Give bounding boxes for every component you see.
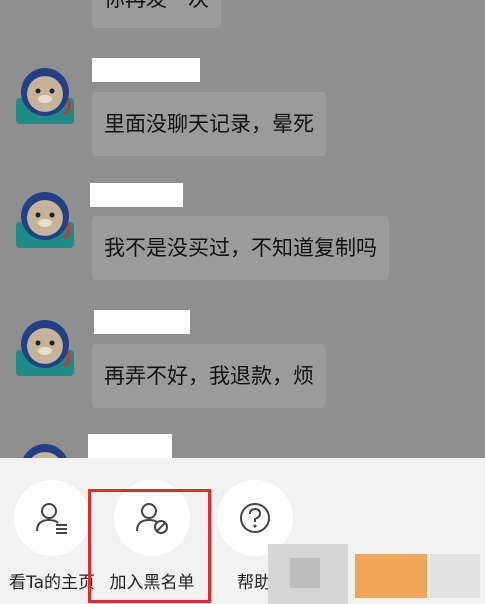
help-icon [240,503,270,533]
avatar[interactable] [14,316,76,378]
message-bubble[interactable]: 再弄不好，我退款，烦 [92,344,326,408]
message-text: 里面没聊天记录，晕死 [104,112,314,136]
view-profile-button[interactable] [14,480,90,556]
avatar[interactable] [14,64,76,126]
person-list-icon [36,503,67,534]
watermark-blur [430,554,480,598]
sender-name-redacted [88,434,172,458]
avatar[interactable] [14,440,76,458]
message-text: 再弄不好，我退款，烦 [104,364,314,388]
message-text: 你再发一次 [104,0,209,13]
message-bubble[interactable]: 里面没聊天记录，晕死 [92,92,326,156]
highlight-box [88,489,211,603]
watermark-blur [355,554,427,598]
sender-name-redacted [92,58,200,82]
action-sheet: 看Ta的主页 加入黑名单 帮助 [0,458,485,604]
watermark-blur [290,558,320,588]
chat-area: 你再发一次 里面没聊天记录，晕死 我不是没买过，不知道复制吗 [0,0,485,458]
avatar[interactable] [14,188,76,250]
message-text: 我不是没买过，不知道复制吗 [104,236,377,260]
message-bubble[interactable]: 你再发一次 [92,0,221,28]
view-profile-action[interactable]: 看Ta的主页 [2,480,102,593]
sender-name-redacted [94,310,190,334]
sender-name-redacted [90,183,183,207]
view-profile-label: 看Ta的主页 [9,573,95,593]
message-bubble[interactable]: 我不是没买过，不知道复制吗 [92,216,389,280]
